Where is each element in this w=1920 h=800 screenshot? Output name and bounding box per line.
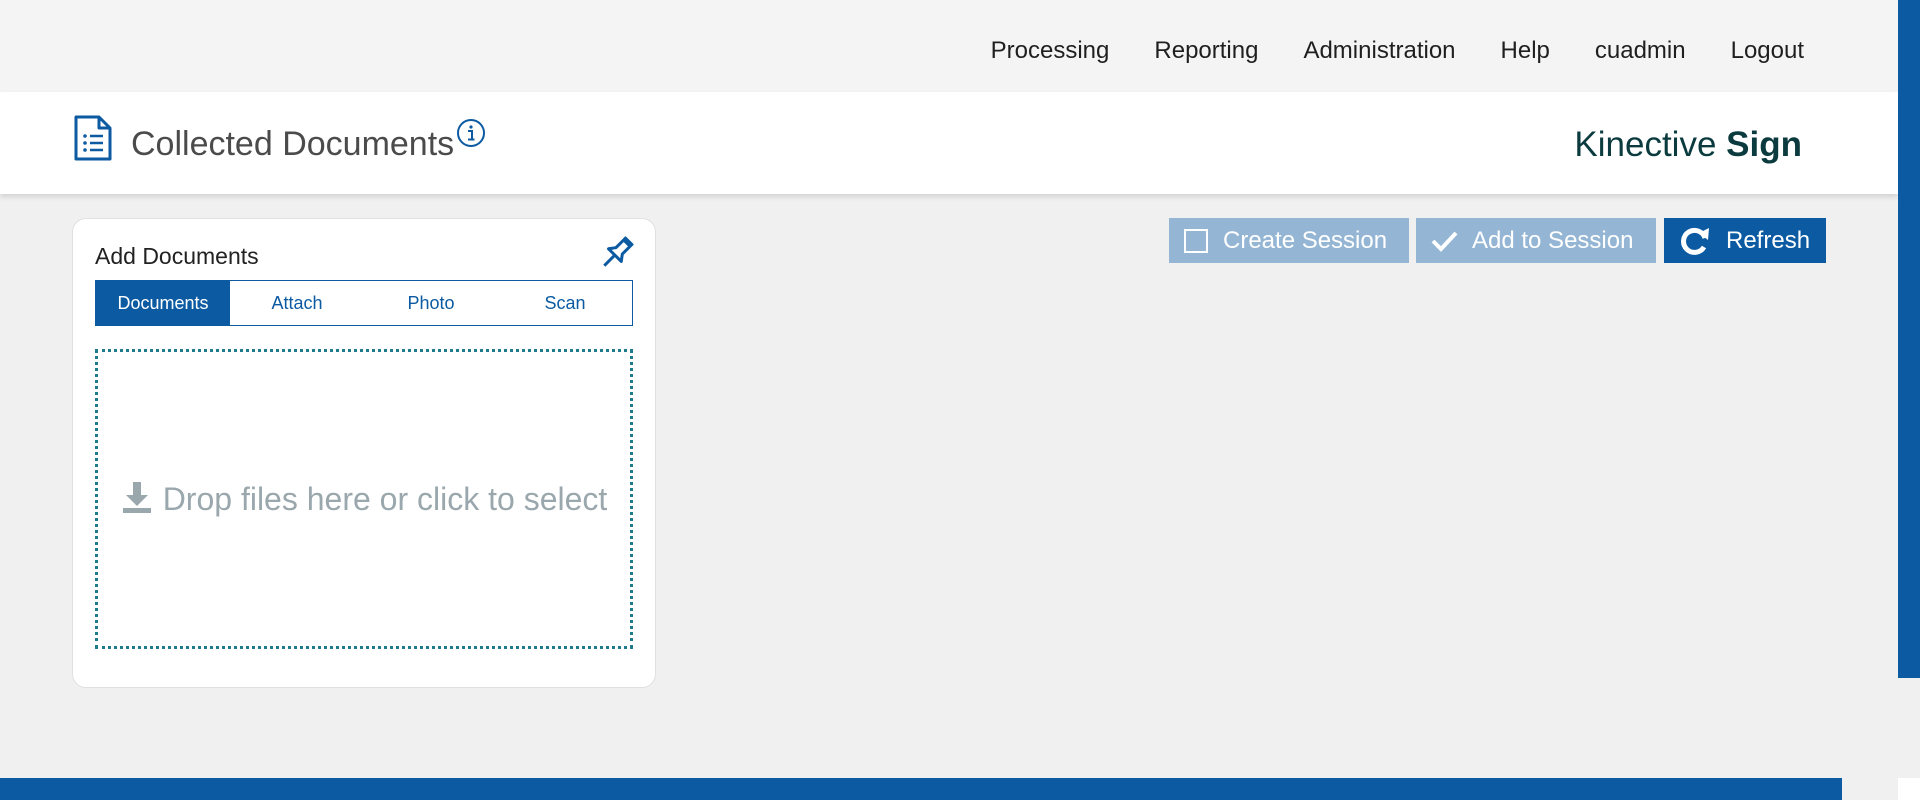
create-session-button[interactable]: Create Session xyxy=(1169,218,1409,263)
nav-logout[interactable]: Logout xyxy=(1731,34,1804,68)
info-icon[interactable] xyxy=(456,118,486,153)
corner-block xyxy=(1898,778,1920,800)
nav-user[interactable]: cuadmin xyxy=(1595,34,1686,68)
add-to-session-label: Add to Session xyxy=(1472,226,1634,254)
nav-help[interactable]: Help xyxy=(1501,34,1550,68)
checkmark-icon xyxy=(1430,229,1458,253)
brand-name: Kinective xyxy=(1574,125,1717,164)
square-icon xyxy=(1183,228,1209,254)
page-title: Collected Documents xyxy=(131,125,455,163)
nav-processing[interactable]: Processing xyxy=(991,34,1110,68)
footer-bar xyxy=(0,778,1842,800)
refresh-label: Refresh xyxy=(1726,226,1811,254)
scrollbar-strip xyxy=(1898,0,1920,678)
tab-attach[interactable]: Attach xyxy=(230,281,364,325)
brand-logo: Kinective Sign xyxy=(1574,122,1802,168)
dropzone-label: Drop files here or click to select xyxy=(162,480,608,517)
tab-scan[interactable]: Scan xyxy=(498,281,632,325)
download-icon xyxy=(121,480,153,519)
file-dropzone[interactable]: Drop files here or click to select xyxy=(95,349,633,649)
panel-title: Add Documents xyxy=(95,243,259,269)
add-documents-panel: Add Documents Documents Attach Photo Sca… xyxy=(72,218,656,688)
document-list-icon xyxy=(72,114,114,162)
nav-administration[interactable]: Administration xyxy=(1303,34,1455,68)
add-to-session-button[interactable]: Add to Session xyxy=(1416,218,1656,263)
page-header: Collected Documents Kinective Sign xyxy=(0,92,1898,194)
refresh-button[interactable]: Refresh xyxy=(1664,218,1826,263)
nav-reporting[interactable]: Reporting xyxy=(1154,34,1258,68)
pin-icon[interactable] xyxy=(597,233,637,278)
brand-product: Sign xyxy=(1726,125,1802,164)
top-navigation: Processing Reporting Administration Help… xyxy=(0,0,1898,92)
create-session-label: Create Session xyxy=(1223,226,1388,254)
tab-documents[interactable]: Documents xyxy=(96,281,230,325)
tab-photo[interactable]: Photo xyxy=(364,281,498,325)
document-source-tabs: Documents Attach Photo Scan xyxy=(95,280,633,326)
refresh-icon xyxy=(1678,224,1712,258)
